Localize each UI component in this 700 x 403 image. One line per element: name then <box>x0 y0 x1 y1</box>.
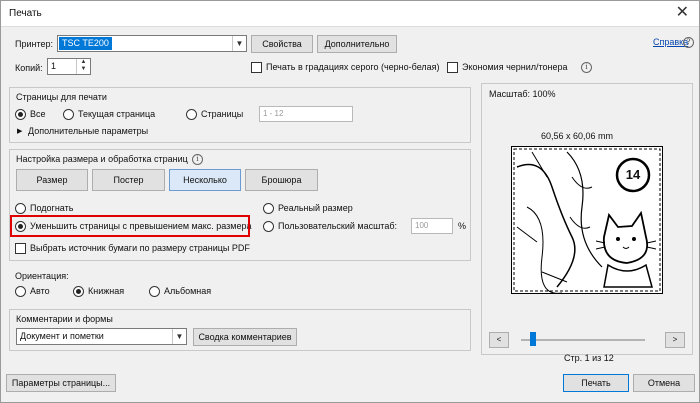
more-options-link[interactable]: Дополнительные параметры <box>28 126 148 136</box>
expand-arrow-icon[interactable]: ▶ <box>17 127 22 135</box>
highlight-box <box>10 215 250 237</box>
comments-title: Комментарии и формы <box>16 314 113 324</box>
scale-label: Масштаб: 100% <box>489 89 556 99</box>
pages-current-radio[interactable] <box>63 109 74 120</box>
actual-size-radio[interactable] <box>263 203 274 214</box>
page-slider-thumb[interactable] <box>530 332 536 346</box>
tab-booklet[interactable]: Брошюра <box>245 169 318 191</box>
properties-button[interactable]: Свойства <box>251 35 313 53</box>
cancel-button[interactable]: Отмена <box>633 374 695 392</box>
chevron-down-icon: ▼ <box>172 329 186 344</box>
custom-scale-input[interactable]: 100 <box>411 218 453 234</box>
printer-value: TSC TE200 <box>59 37 112 50</box>
paper-source-label: Выбрать источник бумаги по размеру стран… <box>30 243 250 253</box>
printer-select[interactable]: TSC TE200 ▼ <box>57 35 247 52</box>
fit-radio[interactable] <box>15 203 26 214</box>
ink-save-checkbox[interactable] <box>447 62 458 73</box>
orientation-portrait-radio[interactable] <box>73 286 84 297</box>
chevron-down-icon: ▼ <box>232 36 246 51</box>
grayscale-label: Печать в градациях серого (черно-белая) <box>266 62 440 72</box>
title-bar: Печать ✕ <box>1 1 699 27</box>
tab-multiple[interactable]: Несколько <box>169 169 241 191</box>
fit-label: Подогнать <box>30 203 74 213</box>
comments-select[interactable]: Документ и пометки ▼ <box>16 328 187 345</box>
orientation-label: Ориентация: <box>15 271 69 281</box>
pages-all-radio[interactable] <box>15 109 26 120</box>
pages-range-input[interactable]: 1 - 12 <box>259 106 353 122</box>
pages-current-label: Текущая страница <box>78 109 156 119</box>
grayscale-checkbox[interactable] <box>251 62 262 73</box>
printer-label: Принтер: <box>15 39 54 49</box>
pages-range-radio[interactable] <box>186 109 197 120</box>
dimensions-label: 60,56 x 60,06 mm <box>541 131 614 141</box>
close-icon[interactable]: ✕ <box>676 4 689 22</box>
info-icon[interactable]: i <box>581 62 592 73</box>
spinner-icon[interactable]: ▲ ▼ <box>76 59 90 74</box>
custom-scale-label: Пользовательский масштаб: <box>278 221 397 231</box>
page-status: Стр. 1 из 12 <box>564 353 614 363</box>
pages-all-label: Все <box>30 109 46 119</box>
actual-size-label: Реальный размер <box>278 203 353 213</box>
print-dialog: Печать ✕ Принтер: TSC TE200 ▼ Свойства Д… <box>0 0 700 403</box>
page-slider-track[interactable] <box>521 339 645 341</box>
ink-save-label: Экономия чернил/тонера <box>462 62 568 72</box>
page-setup-button[interactable]: Параметры страницы... <box>6 374 116 392</box>
copies-stepper[interactable]: 1 ▲ ▼ <box>47 58 91 75</box>
percent-label: % <box>458 221 467 231</box>
info-icon[interactable]: i <box>192 154 203 165</box>
page-number-label: 14 <box>625 167 641 182</box>
help-icon[interactable]: ? <box>683 37 694 48</box>
tab-poster[interactable]: Постер <box>92 169 165 191</box>
advanced-button[interactable]: Дополнительно <box>317 35 397 53</box>
orientation-auto-radio[interactable] <box>15 286 26 297</box>
copies-label: Копий: <box>15 63 43 73</box>
sizing-title: Настройка размера и обработка страниц <box>16 154 188 164</box>
next-page-button[interactable]: > <box>665 332 685 348</box>
tab-size[interactable]: Размер <box>16 169 88 191</box>
prev-page-button[interactable]: < <box>489 332 509 348</box>
custom-scale-radio[interactable] <box>263 221 274 232</box>
copies-value: 1 <box>51 61 57 71</box>
page-preview: 14 <box>511 146 663 294</box>
pages-range-label: Страницы <box>201 109 244 119</box>
orientation-landscape-radio[interactable] <box>149 286 160 297</box>
comments-summary-button[interactable]: Сводка комментариев <box>193 328 297 346</box>
orientation-portrait-label: Книжная <box>88 286 125 296</box>
comments-value: Документ и пометки <box>20 331 104 341</box>
pages-title: Страницы для печати <box>16 92 107 102</box>
window-title: Печать <box>9 8 42 19</box>
print-button[interactable]: Печать <box>563 374 629 392</box>
orientation-auto-label: Авто <box>30 286 50 296</box>
orientation-landscape-label: Альбомная <box>164 286 212 296</box>
paper-source-checkbox[interactable] <box>15 243 26 254</box>
